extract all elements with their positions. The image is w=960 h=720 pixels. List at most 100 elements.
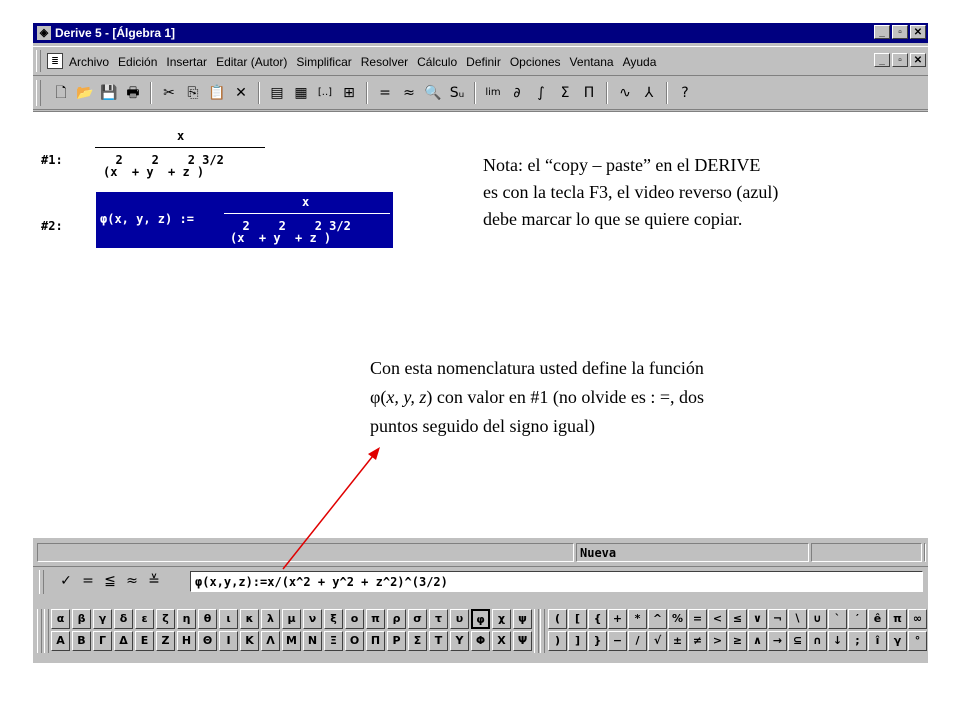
approximate-icon[interactable]: ≈: [397, 82, 421, 104]
palette-key[interactable]: ι: [219, 609, 238, 629]
palette-key[interactable]: Ρ: [387, 631, 406, 651]
simplify-enter-icon[interactable]: =: [77, 571, 99, 591]
menu-item[interactable]: Definir: [466, 54, 501, 70]
edit-object-icon[interactable]: ▦: [289, 82, 313, 104]
palette-key[interactable]: `: [828, 609, 847, 629]
palette-key[interactable]: ∧: [748, 631, 767, 651]
sum-icon[interactable]: Σ: [553, 82, 577, 104]
palette-key[interactable]: Ν: [303, 631, 322, 651]
palette-key[interactable]: π: [888, 609, 907, 629]
palette-key[interactable]: π: [366, 609, 385, 629]
approx-enter-icon[interactable]: ≦: [99, 571, 121, 591]
entry-grip[interactable]: [39, 570, 44, 594]
minimize-button[interactable]: _: [874, 25, 890, 39]
palette-key[interactable]: ): [548, 631, 567, 651]
palette-key[interactable]: Π: [366, 631, 385, 651]
palette-key[interactable]: γ: [888, 631, 907, 651]
greek-palette-grip[interactable]: [37, 609, 42, 653]
expression-input[interactable]: [190, 571, 923, 592]
palette-key[interactable]: ≠: [688, 631, 707, 651]
palette-key[interactable]: °: [908, 631, 927, 651]
simplify-icon[interactable]: =: [373, 82, 397, 104]
menu-item[interactable]: Insertar: [166, 54, 207, 70]
palette-key[interactable]: Μ: [282, 631, 301, 651]
title-bar[interactable]: ◈ Derive 5 - [Álgebra 1] _ ▫ ✕: [33, 23, 928, 43]
palette-key[interactable]: γ: [93, 609, 112, 629]
palette-key[interactable]: Ψ: [513, 631, 532, 651]
palette-key[interactable]: α: [51, 609, 70, 629]
toolbar-grip[interactable]: [36, 80, 41, 106]
delete-icon[interactable]: ✕: [229, 82, 253, 104]
palette-key[interactable]: λ: [261, 609, 280, 629]
menu-item[interactable]: Ayuda: [623, 54, 657, 70]
menu-item[interactable]: Resolver: [361, 54, 408, 70]
palette-key[interactable]: τ: [429, 609, 448, 629]
palette-key[interactable]: Τ: [429, 631, 448, 651]
palette-key[interactable]: −: [608, 631, 627, 651]
menu-item[interactable]: Opciones: [510, 54, 561, 70]
palette-key[interactable]: ^: [648, 609, 667, 629]
palette-key[interactable]: σ: [408, 609, 427, 629]
palette-key[interactable]: √: [648, 631, 667, 651]
paste-icon[interactable]: 📋: [205, 82, 229, 104]
palette-key[interactable]: Ε: [135, 631, 154, 651]
palette-key[interactable]: î: [868, 631, 887, 651]
palette-key[interactable]: →: [768, 631, 787, 651]
cut-icon[interactable]: ✂: [157, 82, 181, 104]
palette-key[interactable]: ∞: [908, 609, 927, 629]
palette-key[interactable]: ê: [868, 609, 887, 629]
palette-key[interactable]: +: [608, 609, 627, 629]
menu-item[interactable]: Cálculo: [417, 54, 457, 70]
doc-minimize-button[interactable]: _: [874, 53, 890, 67]
expression-2-selected[interactable]: φ(x, y, z) := x 2 2 2 3/2 (x + y + z ): [96, 192, 393, 248]
palette-key[interactable]: ξ: [324, 609, 343, 629]
menu-item[interactable]: Archivo: [69, 54, 109, 70]
algebra-worksheet[interactable]: #1: x 2 2 2 3/2 (x + y + z ) #2: φ(x, y,…: [33, 111, 928, 537]
palette-key[interactable]: ]: [568, 631, 587, 651]
palette-key[interactable]: ′: [848, 609, 867, 629]
palette-key[interactable]: χ: [492, 609, 511, 629]
palette-key[interactable]: ν: [303, 609, 322, 629]
palette-key[interactable]: Γ: [93, 631, 112, 651]
product-icon[interactable]: Π: [577, 82, 601, 104]
restore-button[interactable]: ▫: [892, 25, 908, 39]
derivative-icon[interactable]: ∂: [505, 82, 529, 104]
limit-icon[interactable]: lim: [481, 82, 505, 104]
palette-key[interactable]: β: [72, 609, 91, 629]
menu-item[interactable]: Simplificar: [296, 54, 351, 70]
plot-2d-icon[interactable]: ∿: [613, 82, 637, 104]
palette-key[interactable]: ≤: [728, 609, 747, 629]
palette-key[interactable]: Ο: [345, 631, 364, 651]
copy-icon[interactable]: ⎘: [181, 82, 205, 104]
palette-key[interactable]: Σ: [408, 631, 427, 651]
palette-key[interactable]: [: [568, 609, 587, 629]
palette-key[interactable]: Ι: [219, 631, 238, 651]
palette-key[interactable]: Ζ: [156, 631, 175, 651]
symbol-palette-grip[interactable]: [540, 609, 545, 653]
palette-key[interactable]: %: [668, 609, 687, 629]
expression-label-2[interactable]: #2:: [41, 220, 63, 233]
palette-key[interactable]: Β: [72, 631, 91, 651]
palette-key[interactable]: θ: [198, 609, 217, 629]
palette-key[interactable]: ↓: [828, 631, 847, 651]
palette-key[interactable]: Χ: [492, 631, 511, 651]
doc-restore-button[interactable]: ▫: [892, 53, 908, 67]
palette-key[interactable]: Θ: [198, 631, 217, 651]
palette-key[interactable]: =: [688, 609, 707, 629]
palette-key[interactable]: ψ: [513, 609, 532, 629]
text-object-icon[interactable]: ▤: [265, 82, 289, 104]
print-icon[interactable]: 🖶: [121, 82, 145, 104]
palette-key[interactable]: Κ: [240, 631, 259, 651]
palette-key[interactable]: {: [588, 609, 607, 629]
palette-key[interactable]: Ξ: [324, 631, 343, 651]
palette-key[interactable]: δ: [114, 609, 133, 629]
palette-key[interactable]: }: [588, 631, 607, 651]
palette-key[interactable]: *: [628, 609, 647, 629]
palette-key[interactable]: >: [708, 631, 727, 651]
palette-key[interactable]: φ: [471, 609, 490, 629]
approximate-enter-icon[interactable]: ≈: [121, 571, 143, 591]
palette-key[interactable]: ;: [848, 631, 867, 651]
palette-key[interactable]: <: [708, 609, 727, 629]
palette-key[interactable]: Δ: [114, 631, 133, 651]
palette-key[interactable]: Υ: [450, 631, 469, 651]
